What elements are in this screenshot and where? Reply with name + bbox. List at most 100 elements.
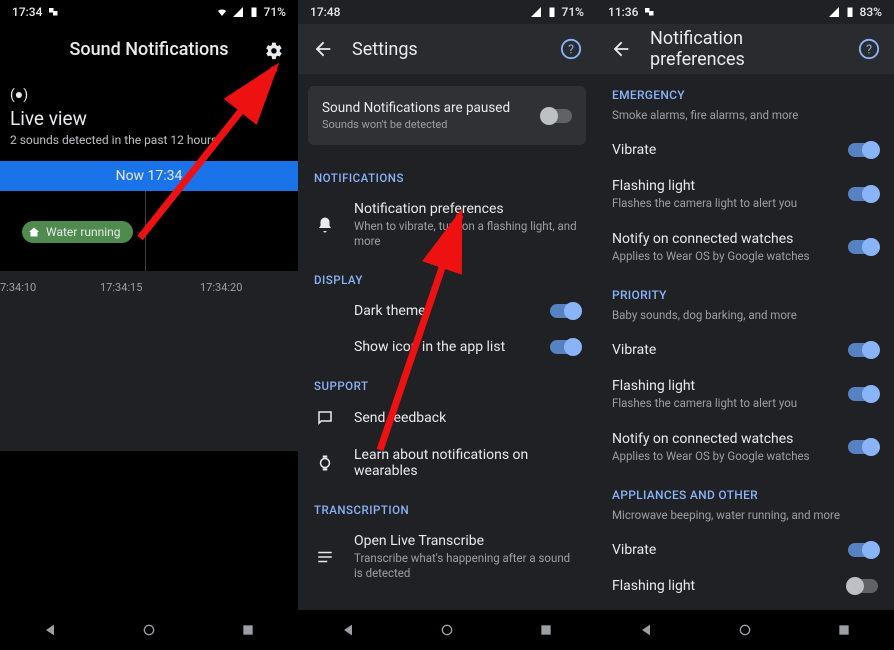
wifi-icon bbox=[216, 6, 228, 18]
nav-home-icon[interactable] bbox=[439, 622, 455, 638]
status-battery: 71% bbox=[264, 5, 286, 19]
row-subtitle: Flashes the camera light to alert you bbox=[612, 196, 830, 211]
status-battery: 71% bbox=[562, 5, 584, 19]
row-title: Flashing light bbox=[612, 578, 830, 594]
section-header-priority: PRIORITY bbox=[596, 274, 894, 308]
row-title: Flashing light bbox=[612, 378, 830, 394]
transcribe-icon bbox=[316, 548, 334, 566]
page-title: Settings bbox=[352, 39, 542, 60]
paused-subtitle: Sounds won't be detected bbox=[322, 118, 510, 131]
svg-text:?: ? bbox=[568, 43, 574, 58]
row-flashing-light[interactable]: Flashing light Flashes the camera light … bbox=[596, 168, 894, 221]
nav-bar bbox=[0, 610, 298, 650]
paused-toggle[interactable] bbox=[542, 109, 572, 123]
nav-bar bbox=[298, 610, 596, 650]
vibrate-toggle[interactable] bbox=[848, 543, 878, 557]
row-title: Vibrate bbox=[612, 542, 830, 558]
dark-theme-toggle[interactable] bbox=[550, 304, 580, 318]
row-subtitle: Applies to Wear OS by Google watches bbox=[612, 249, 830, 264]
feedback-icon bbox=[316, 409, 334, 427]
status-bar: 17:34 71% bbox=[0, 0, 298, 24]
row-flashing-light[interactable]: Flashing light Flashes the camera light … bbox=[596, 368, 894, 421]
battery-icon bbox=[844, 6, 856, 18]
battery-icon bbox=[248, 6, 260, 18]
row-vibrate[interactable]: Vibrate bbox=[596, 132, 894, 168]
vibrate-toggle[interactable] bbox=[848, 343, 878, 357]
nav-recent-icon[interactable] bbox=[836, 622, 852, 638]
watch-toggle[interactable] bbox=[848, 240, 878, 254]
row-notify-watches[interactable]: Notify on connected watches Applies to W… bbox=[596, 421, 894, 474]
row-title: Vibrate bbox=[612, 142, 830, 158]
show-icon-toggle[interactable] bbox=[550, 340, 580, 354]
row-open-transcribe[interactable]: Open Live Transcribe Transcribe what's h… bbox=[298, 523, 596, 591]
nav-back-icon[interactable] bbox=[340, 622, 356, 638]
nav-bar bbox=[596, 610, 894, 650]
section-header-appliances: APPLIANCES AND OTHER bbox=[596, 474, 894, 508]
watch-toggle[interactable] bbox=[848, 440, 878, 454]
nav-home-icon[interactable] bbox=[141, 622, 157, 638]
gear-icon[interactable] bbox=[262, 38, 284, 60]
row-title: Vibrate bbox=[612, 342, 830, 358]
app-bar: Notification preferences ? bbox=[596, 24, 894, 74]
status-time: 17:48 bbox=[310, 5, 340, 19]
nav-home-icon[interactable] bbox=[737, 622, 753, 638]
status-battery: 83% bbox=[860, 5, 882, 19]
row-title: Notify on connected watches bbox=[612, 431, 830, 447]
status-time: 11:36 bbox=[608, 5, 638, 19]
section-sub-priority: Baby sounds, dog barking, and more bbox=[596, 308, 894, 332]
annotation-arrow bbox=[370, 200, 490, 460]
status-bar: 17:48 71% bbox=[298, 0, 596, 24]
row-flashing-light[interactable]: Flashing light bbox=[596, 568, 894, 596]
section-header-emergency: EMERGENCY bbox=[596, 74, 894, 108]
status-time: 17:34 bbox=[12, 5, 42, 19]
back-arrow-icon[interactable] bbox=[312, 38, 334, 60]
row-title: Flashing light bbox=[612, 178, 830, 194]
row-title: Open Live Transcribe bbox=[354, 533, 580, 549]
flash-toggle[interactable] bbox=[848, 579, 878, 593]
sound-chip[interactable]: Water running bbox=[22, 221, 133, 243]
annotation-arrow bbox=[130, 58, 290, 248]
row-title: Notify on connected watches bbox=[612, 231, 830, 247]
row-vibrate[interactable]: Vibrate bbox=[596, 532, 894, 568]
app-bar: Settings ? bbox=[298, 24, 596, 74]
time-mark: 17:34:20 bbox=[200, 281, 260, 451]
flash-toggle[interactable] bbox=[848, 387, 878, 401]
translate-icon bbox=[644, 6, 656, 18]
back-arrow-icon[interactable] bbox=[610, 38, 632, 60]
paused-title: Sound Notifications are paused bbox=[322, 100, 510, 116]
row-notify-watches[interactable]: Notify on connected watches Applies to W… bbox=[596, 221, 894, 274]
page-title: Sound Notifications bbox=[54, 39, 244, 60]
section-sub-appliances: Microwave beeping, water running, and mo… bbox=[596, 508, 894, 532]
nav-back-icon[interactable] bbox=[42, 622, 58, 638]
translate-icon bbox=[48, 6, 60, 18]
flash-toggle[interactable] bbox=[848, 187, 878, 201]
section-header-notifications: NOTIFICATIONS bbox=[298, 157, 596, 191]
paused-banner: Sound Notifications are paused Sounds wo… bbox=[308, 86, 586, 145]
svg-text:?: ? bbox=[866, 43, 872, 58]
time-mark: 17:34:15 bbox=[100, 281, 160, 451]
row-subtitle: Transcribe what's happening after a soun… bbox=[354, 551, 580, 581]
signal-icon bbox=[232, 6, 244, 18]
nav-recent-icon[interactable] bbox=[240, 622, 256, 638]
status-bar: 11:36 83% bbox=[596, 0, 894, 24]
row-subtitle: Applies to Wear OS by Google watches bbox=[612, 449, 830, 464]
help-icon[interactable]: ? bbox=[858, 38, 880, 60]
vibrate-toggle[interactable] bbox=[848, 143, 878, 157]
time-marks: 7:34:10 17:34:15 17:34:20 bbox=[0, 271, 298, 451]
bell-icon bbox=[316, 216, 334, 234]
page-title: Notification preferences bbox=[650, 28, 840, 70]
row-vibrate[interactable]: Vibrate bbox=[596, 332, 894, 368]
nav-back-icon[interactable] bbox=[638, 622, 654, 638]
nav-recent-icon[interactable] bbox=[538, 622, 554, 638]
battery-icon bbox=[546, 6, 558, 18]
section-header-transcription: TRANSCRIPTION bbox=[298, 489, 596, 523]
signal-icon bbox=[828, 6, 840, 18]
sound-chip-label: Water running bbox=[46, 225, 121, 239]
signal-icon bbox=[530, 6, 542, 18]
time-mark: 7:34:10 bbox=[0, 281, 60, 451]
help-icon[interactable]: ? bbox=[560, 38, 582, 60]
section-sub-emergency: Smoke alarms, fire alarms, and more bbox=[596, 108, 894, 132]
watch-icon bbox=[316, 454, 334, 472]
row-subtitle: Flashes the camera light to alert you bbox=[612, 396, 830, 411]
home-icon bbox=[28, 226, 40, 238]
